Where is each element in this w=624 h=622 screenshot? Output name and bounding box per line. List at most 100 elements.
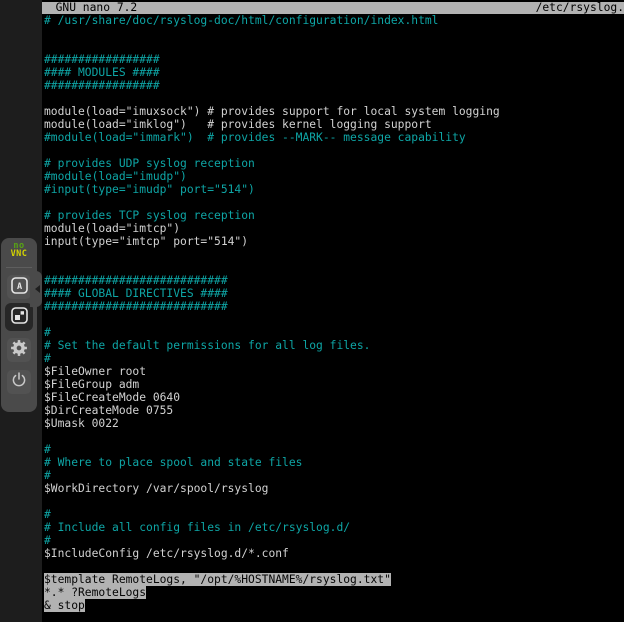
editor-line-text: # (44, 443, 51, 456)
editor-line-text: # Set the default permissions for all lo… (44, 339, 370, 352)
editor-line[interactable]: input(type="imtcp" port="514") (44, 235, 622, 248)
editor-line[interactable]: # (44, 469, 622, 482)
editor-line-text: # (44, 469, 51, 482)
panel-divider (6, 267, 32, 268)
vnc-control-bar: no VNC A (1, 238, 37, 412)
editor-line[interactable]: # (44, 443, 622, 456)
settings-button[interactable] (7, 338, 31, 362)
editor-line-text: *.* ?RemoteLogs (44, 586, 146, 599)
editor-line[interactable] (44, 40, 622, 53)
editor-line[interactable] (44, 196, 622, 209)
editor-line-text: $FileCreateMode 0640 (44, 391, 180, 404)
editor-line-text: # Include all config files in /etc/rsysl… (44, 521, 350, 534)
editor-line[interactable]: ########################### (44, 300, 622, 313)
collapse-left-icon (35, 285, 40, 293)
editor-line[interactable]: # (44, 352, 622, 365)
editor-line[interactable]: module(load="imtcp") (44, 222, 622, 235)
editor-line-text: # provides UDP syslog reception (44, 157, 255, 170)
editor-line-text: $FileOwner root (44, 365, 146, 378)
nano-titlebar: GNU nano 7.2 /etc/rsyslog. (42, 2, 624, 14)
editor-line-text: $DirCreateMode 0755 (44, 404, 173, 417)
editor-line-text: # (44, 508, 51, 521)
editor-line-text: $IncludeConfig /etc/rsyslog.d/*.conf (44, 547, 289, 560)
editor-line[interactable]: ########################### (44, 274, 622, 287)
editor-line[interactable]: # Where to place spool and state files (44, 456, 622, 469)
editor-line-text: # (44, 326, 51, 339)
editor-line-text: #### GLOBAL DIRECTIVES #### (44, 287, 228, 300)
editor-line[interactable]: #module(load="imudp") (44, 170, 622, 183)
editor-line[interactable]: ################# (44, 53, 622, 66)
editor-buffer[interactable]: # /usr/share/doc/rsyslog-doc/html/config… (44, 14, 622, 612)
power-button[interactable] (7, 370, 31, 394)
clipboard-a-icon: A (11, 277, 28, 298)
editor-line[interactable]: # Include all config files in /etc/rsysl… (44, 521, 622, 534)
editor-line-text: # provides TCP syslog reception (44, 209, 255, 222)
editor-line-text: ########################### (44, 300, 228, 313)
editor-line[interactable]: #module(load="immark") # provides --MARK… (44, 131, 622, 144)
editor-line[interactable]: *.* ?RemoteLogs (44, 586, 622, 599)
editor-line-text: module(load="imuxsock") # provides suppo… (44, 105, 500, 118)
editor-line-text: ########################### (44, 274, 228, 287)
editor-line[interactable] (44, 27, 622, 40)
nano-filename-label: /etc/rsyslog. (536, 2, 624, 14)
editor-line[interactable]: $FileGroup adm (44, 378, 622, 391)
editor-line[interactable]: # provides TCP syslog reception (44, 209, 622, 222)
editor-line[interactable]: module(load="imklog") # provides kernel … (44, 118, 622, 131)
editor-line-text: ################# (44, 53, 160, 66)
editor-line[interactable] (44, 313, 622, 326)
editor-line-text: #input(type="imudp" port="514") (44, 183, 255, 196)
editor-line[interactable]: #### MODULES #### (44, 66, 622, 79)
editor-line[interactable] (44, 560, 622, 573)
editor-line-text: #module(load="imudp") (44, 170, 187, 183)
fullscreen-icon (11, 307, 28, 328)
control-bar-handle[interactable] (30, 271, 42, 307)
editor-line[interactable]: # /usr/share/doc/rsyslog-doc/html/config… (44, 14, 622, 27)
editor-line-text: # (44, 352, 51, 365)
fullscreen-button[interactable] (5, 303, 33, 331)
gear-icon (10, 339, 28, 361)
editor-line-text: #### MODULES #### (44, 66, 160, 79)
editor-line[interactable] (44, 248, 622, 261)
editor-line[interactable]: $Umask 0022 (44, 417, 622, 430)
editor-line[interactable] (44, 430, 622, 443)
editor-line[interactable] (44, 261, 622, 274)
nano-version-label: GNU nano 7.2 (42, 2, 137, 14)
editor-line[interactable]: $DirCreateMode 0755 (44, 404, 622, 417)
novnc-logo-vnc: VNC (1, 251, 37, 259)
editor-line[interactable] (44, 144, 622, 157)
terminal-window[interactable]: GNU nano 7.2 /etc/rsyslog. # /usr/share/… (42, 0, 624, 622)
svg-text:A: A (16, 282, 21, 292)
editor-line[interactable] (44, 92, 622, 105)
editor-line-text: #module(load="immark") # provides --MARK… (44, 131, 466, 144)
editor-line[interactable]: $IncludeConfig /etc/rsyslog.d/*.conf (44, 547, 622, 560)
editor-line[interactable]: & stop (44, 599, 622, 612)
editor-line[interactable]: # Set the default permissions for all lo… (44, 339, 622, 352)
screen: no VNC A (0, 0, 624, 622)
editor-line[interactable]: #input(type="imudp" port="514") (44, 183, 622, 196)
power-icon (11, 372, 27, 392)
editor-line[interactable]: #### GLOBAL DIRECTIVES #### (44, 287, 622, 300)
editor-line-text: & stop (44, 599, 85, 612)
editor-line-text: module(load="imklog") # provides kernel … (44, 118, 432, 131)
editor-line-text: $Umask 0022 (44, 417, 119, 430)
editor-line[interactable]: $FileOwner root (44, 365, 622, 378)
editor-line-text: input(type="imtcp" port="514") (44, 235, 248, 248)
clipboard-button[interactable]: A (7, 275, 31, 299)
editor-line-text: $WorkDirectory /var/spool/rsyslog (44, 482, 268, 495)
editor-line-text: module(load="imtcp") (44, 222, 180, 235)
editor-line[interactable] (44, 495, 622, 508)
editor-line[interactable]: # (44, 508, 622, 521)
editor-line[interactable]: # provides UDP syslog reception (44, 157, 622, 170)
editor-line-text: $FileGroup adm (44, 378, 139, 391)
editor-line-text: # Where to place spool and state files (44, 456, 302, 469)
editor-line[interactable]: # (44, 534, 622, 547)
editor-line[interactable]: $template RemoteLogs, "/opt/%HOSTNAME%/r… (44, 573, 622, 586)
editor-line[interactable]: $FileCreateMode 0640 (44, 391, 622, 404)
editor-line[interactable]: ################# (44, 79, 622, 92)
editor-line-text: $template RemoteLogs, "/opt/%HOSTNAME%/r… (44, 573, 391, 586)
editor-line[interactable]: module(load="imuxsock") # provides suppo… (44, 105, 622, 118)
editor-line-text: # (44, 534, 51, 547)
editor-line[interactable]: # (44, 326, 622, 339)
novnc-logo: no VNC (1, 243, 37, 258)
editor-line[interactable]: $WorkDirectory /var/spool/rsyslog (44, 482, 622, 495)
